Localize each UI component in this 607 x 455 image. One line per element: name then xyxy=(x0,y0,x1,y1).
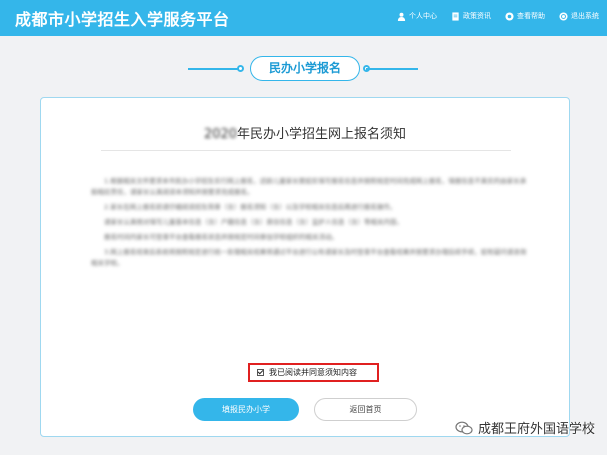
banner-dot-left xyxy=(237,65,244,72)
document-icon xyxy=(452,11,459,21)
agree-checkbox[interactable] xyxy=(257,369,264,376)
wechat-icon xyxy=(455,421,473,434)
nav-label: 政策资讯 xyxy=(463,12,491,20)
notice-title: 2020年民办小学招生网上报名须知 xyxy=(41,123,569,142)
watermark-text: 成都王府外国语学校 xyxy=(477,422,595,437)
logout-icon xyxy=(559,11,568,21)
watermark: 成都王府外国语学校 xyxy=(455,418,595,437)
nav-policy-news[interactable]: 政策资讯 xyxy=(451,11,491,21)
top-nav: 个人中心 政策资讯 查看帮助 退出系统 xyxy=(397,11,599,21)
nav-logout[interactable]: 退出系统 xyxy=(559,11,599,21)
nav-personal-center[interactable]: 个人中心 xyxy=(397,11,437,21)
nav-help[interactable]: 查看帮助 xyxy=(505,11,545,21)
title-divider xyxy=(101,150,511,151)
agree-checkbox-row[interactable]: 我已阅读并同意须知内容 xyxy=(248,363,379,382)
nav-label: 查看帮助 xyxy=(517,12,545,20)
help-icon xyxy=(505,11,514,21)
site-title: 成都市小学招生入学服务平台 xyxy=(15,10,230,29)
top-header-bar: 成都市小学招生入学服务平台 个人中心 政策资讯 查看帮助 退出系统 xyxy=(0,0,607,36)
notice-paragraph: 请家长认真核对填写儿童基本信息（含）户籍信息（含）居住信息（含）监护人信息（含）… xyxy=(104,218,403,226)
section-banner: 民办小学报名 xyxy=(0,54,607,82)
notice-paragraph: 3.网上报名结束后系统将按照规定进行统一处理相关结果将通过平台进行公布请家长及时… xyxy=(91,248,527,267)
nav-label: 退出系统 xyxy=(571,12,599,20)
notice-paragraph: 2.家长在网上报名前请仔细阅读招生简章（含）报名须知（含）以及学校相关信息后再进… xyxy=(104,203,397,211)
user-icon xyxy=(397,12,406,21)
banner-line-left xyxy=(188,68,240,70)
notice-paragraph: 1.根据相关文件要求本市民办小学招生实行网上报名，适龄儿童家长需如实填写报名信息… xyxy=(91,177,527,196)
nav-label: 个人中心 xyxy=(409,12,437,20)
notice-title-year: 2020 xyxy=(203,127,238,142)
agree-label: 我已阅读并同意须知内容 xyxy=(269,368,357,377)
notice-body: 1.根据相关文件要求本市民办小学招生实行网上报名，适龄儿童家长需如实填写报名信息… xyxy=(91,176,531,273)
section-title: 民办小学报名 xyxy=(250,56,360,81)
back-home-button[interactable]: 返回首页 xyxy=(314,398,417,421)
notice-paragraph: 报名时间内家长可登录平台查看报名状态并按规定时间参加学校组织的相关活动。 xyxy=(104,233,338,241)
banner-line-right xyxy=(366,68,418,70)
fill-private-school-button[interactable]: 填报民办小学 xyxy=(193,398,299,421)
notice-card: 2020年民办小学招生网上报名须知 1.根据相关文件要求本市民办小学招生实行网上… xyxy=(40,97,570,437)
notice-title-text: 年民办小学招生网上报名须知 xyxy=(237,127,407,142)
